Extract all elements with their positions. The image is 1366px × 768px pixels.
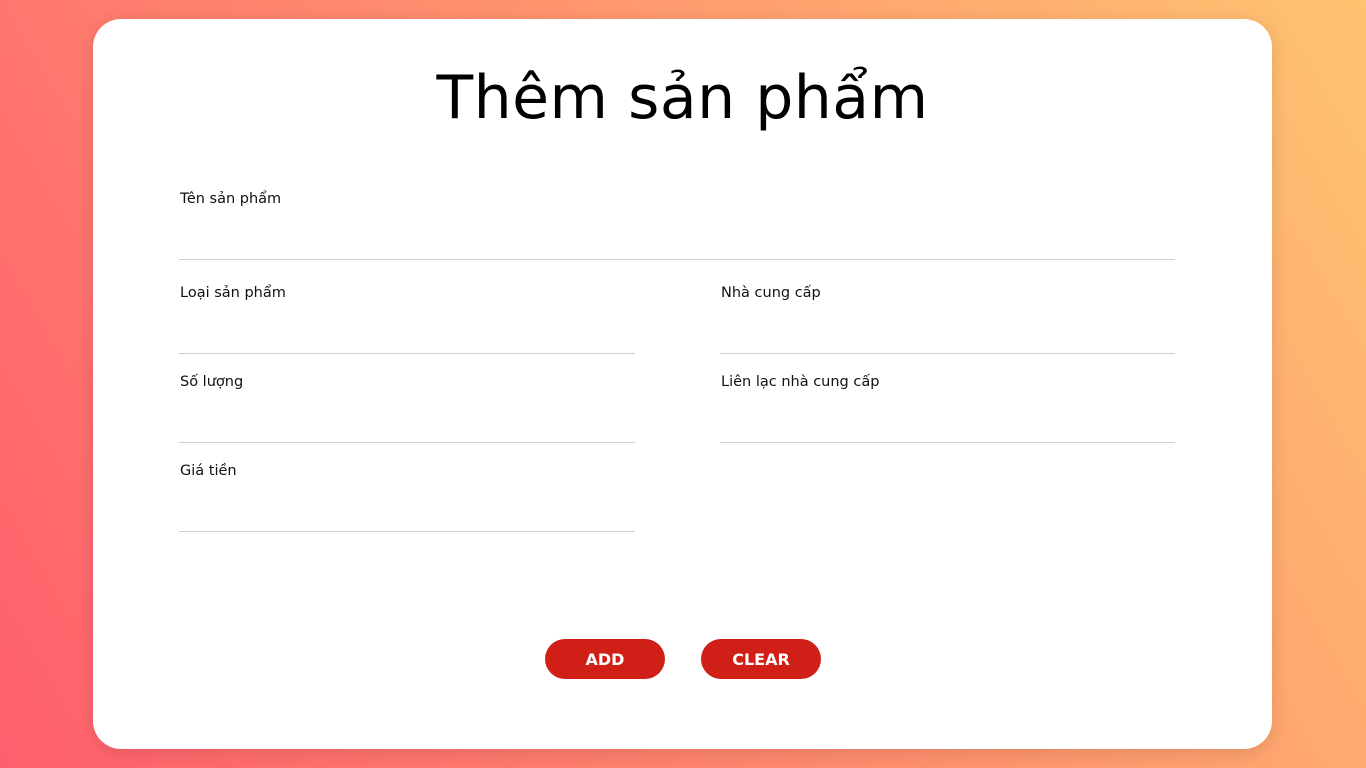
supplier-contact-label: Liên lạc nhà cung cấp (721, 374, 880, 390)
supplier-contact-field: Liên lạc nhà cung cấp (720, 374, 1175, 443)
product-name-field: Tên sản phẩm (179, 191, 1175, 260)
supplier-label: Nhà cung cấp (721, 285, 821, 301)
page-title: Thêm sản phẩm (436, 63, 929, 133)
supplier-input[interactable] (720, 324, 1175, 354)
price-label: Giá tiền (180, 463, 237, 479)
product-name-input[interactable] (179, 230, 1175, 260)
price-field: Giá tiền (179, 463, 635, 532)
clear-button[interactable]: CLEAR (701, 639, 821, 679)
product-type-input[interactable] (179, 324, 635, 354)
product-type-field: Loại sản phẩm (179, 285, 635, 354)
price-input[interactable] (179, 502, 635, 532)
quantity-field: Số lượng (179, 374, 635, 443)
product-type-label: Loại sản phẩm (180, 285, 286, 301)
add-button[interactable]: ADD (545, 639, 665, 679)
add-product-card: Thêm sản phẩm Tên sản phẩm Loại sản phẩm… (93, 19, 1272, 749)
supplier-field: Nhà cung cấp (720, 285, 1175, 354)
quantity-label: Số lượng (180, 374, 244, 390)
supplier-contact-input[interactable] (720, 413, 1175, 443)
product-name-label: Tên sản phẩm (180, 191, 282, 207)
quantity-input[interactable] (179, 413, 635, 443)
